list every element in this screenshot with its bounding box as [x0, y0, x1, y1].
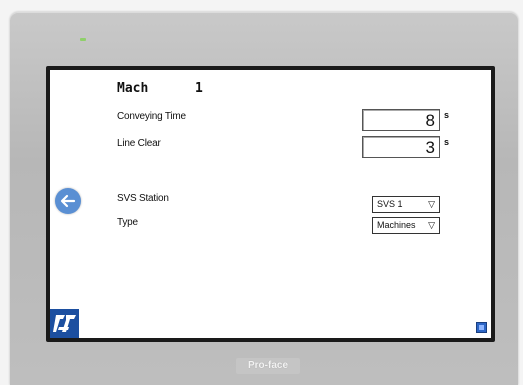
type-select[interactable]: Machines ▽: [372, 217, 440, 234]
hmi-screen: Mach 1 Conveying Time 8 s Line Clear 3 s…: [50, 70, 491, 338]
brand-logo-icon: [50, 309, 79, 338]
type-label: Type: [117, 217, 138, 228]
line-clear-unit: s: [444, 137, 450, 147]
window-icon[interactable]: [476, 322, 487, 333]
line-clear-input[interactable]: 3: [362, 136, 440, 158]
brand-label: Pro-face: [236, 358, 300, 374]
status-led: [80, 38, 86, 41]
conveying-time-unit: s: [444, 110, 450, 120]
svs-station-value: SVS 1: [377, 199, 403, 209]
svs-station-label: SVS Station: [117, 193, 169, 204]
conveying-time-input[interactable]: 8: [362, 109, 440, 131]
chevron-down-icon: ▽: [428, 220, 435, 230]
type-value: Machines: [377, 220, 416, 230]
svs-station-select[interactable]: SVS 1 ▽: [372, 196, 440, 213]
line-clear-label: Line Clear: [117, 138, 161, 149]
back-button[interactable]: [55, 188, 81, 214]
chevron-down-icon: ▽: [428, 199, 435, 209]
back-arrow-icon: [60, 194, 76, 208]
machine-number: 1: [195, 81, 203, 96]
machine-label: Mach: [117, 81, 149, 96]
conveying-time-label: Conveying Time: [117, 111, 186, 122]
